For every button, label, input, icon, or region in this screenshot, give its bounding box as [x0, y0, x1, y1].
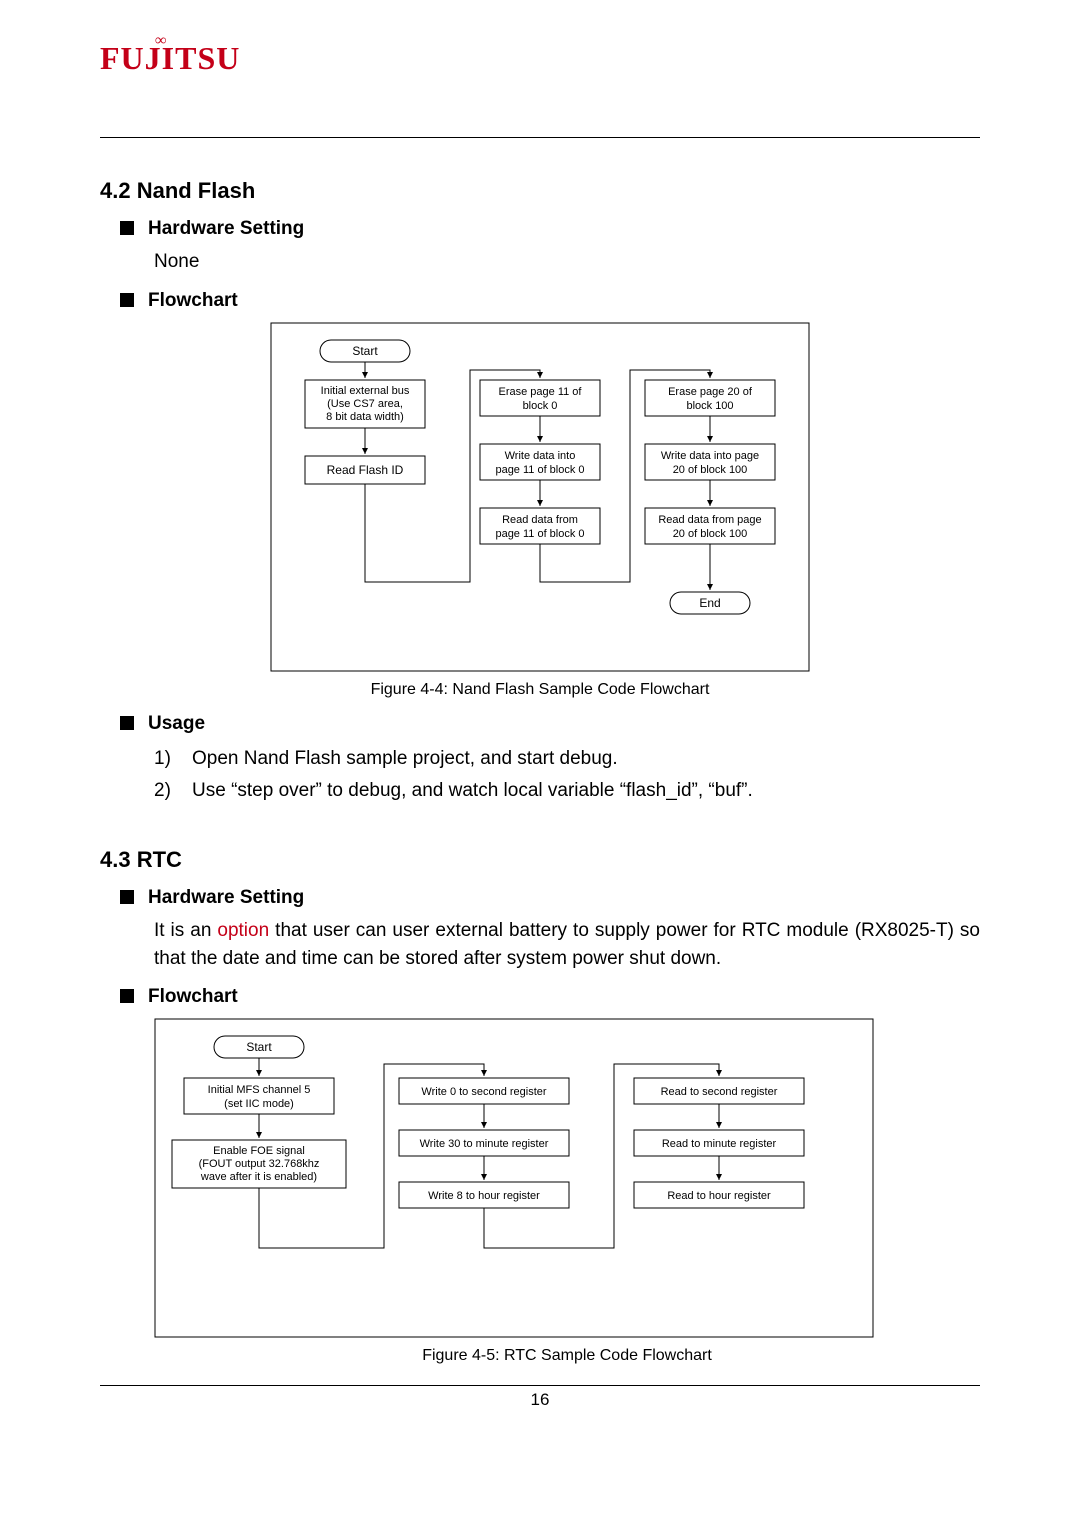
square-bullet-icon [120, 890, 134, 904]
flowchart-43: Flowchart [120, 986, 980, 1008]
svg-text:block 100: block 100 [686, 400, 733, 412]
svg-text:Read data from page: Read data from page [658, 514, 761, 526]
svg-text:8 bit data width): 8 bit data width) [326, 411, 404, 423]
figure-44-wrap: Start Initial external bus (Use CS7 area… [100, 322, 980, 699]
svg-text:End: End [699, 596, 720, 610]
footer-rule [100, 1385, 980, 1386]
svg-text:Write 30 to minute register: Write 30 to minute register [420, 1138, 549, 1150]
heading-43: 4.3 RTC [100, 847, 980, 873]
heading-42: 4.2 Nand Flash [100, 178, 980, 204]
svg-text:Initial MFS channel 5: Initial MFS channel 5 [208, 1084, 311, 1096]
figure-45-caption: Figure 4-5: RTC Sample Code Flowchart [154, 1347, 980, 1365]
flowchart-42: Flowchart [120, 290, 980, 312]
square-bullet-icon [120, 716, 134, 730]
list-text: Open Nand Flash sample project, and star… [192, 743, 618, 775]
flowchart-rtc: Start Initial MFS channel 5 (set IIC mod… [154, 1018, 874, 1338]
logo-label: FUJITSU [100, 40, 240, 76]
svg-text:20 of block 100: 20 of block 100 [673, 528, 748, 540]
square-bullet-icon [120, 989, 134, 1003]
hw-label-42: Hardware Setting [148, 218, 304, 239]
svg-text:(set IIC mode): (set IIC mode) [224, 1098, 294, 1110]
page-number: 16 [100, 1390, 980, 1410]
hw-text-post: that user can user external battery to s… [154, 920, 980, 969]
figure-45-wrap: Start Initial MFS channel 5 (set IIC mod… [154, 1018, 980, 1365]
svg-text:Read to hour register: Read to hour register [667, 1190, 771, 1202]
svg-text:Start: Start [246, 1040, 272, 1054]
svg-text:Write data into: Write data into [505, 450, 576, 462]
hw-setting-43: Hardware Setting [120, 887, 980, 909]
logo: FUJITSU ∞ [100, 40, 980, 77]
svg-text:(Use CS7 area,: (Use CS7 area, [327, 398, 403, 410]
hw-text-pre: It is an [154, 920, 217, 941]
page-content: FUJITSU ∞ 4.2 Nand Flash Hardware Settin… [0, 0, 1080, 1410]
usage-list: 1) Open Nand Flash sample project, and st… [154, 743, 980, 808]
hw-value-42: None [154, 248, 980, 276]
svg-text:page 11 of block 0: page 11 of block 0 [495, 464, 584, 476]
hw-text-43: It is an option that user can user exter… [154, 917, 980, 972]
infinity-icon: ∞ [155, 32, 167, 50]
svg-text:Write 0 to second register: Write 0 to second register [421, 1086, 546, 1098]
figure-44-caption: Figure 4-4: Nand Flash Sample Code Flowc… [100, 681, 980, 699]
hw-label-43: Hardware Setting [148, 887, 304, 908]
hw-text-option: option [217, 920, 269, 941]
usage-42: Usage [120, 713, 980, 735]
svg-text:Erase page 20 of: Erase page 20 of [668, 386, 753, 398]
square-bullet-icon [120, 221, 134, 235]
svg-text:wave after it is enabled): wave after it is enabled) [200, 1171, 317, 1183]
svg-text:Write 8 to hour register: Write 8 to hour register [428, 1190, 540, 1202]
list-number: 1) [154, 743, 182, 775]
flowchart-nand: Start Initial external bus (Use CS7 area… [270, 322, 810, 672]
list-number: 2) [154, 775, 182, 807]
svg-text:(FOUT output 32.768khz: (FOUT output 32.768khz [199, 1158, 320, 1170]
svg-text:page 11 of block 0: page 11 of block 0 [495, 528, 584, 540]
list-item: 1) Open Nand Flash sample project, and st… [154, 743, 980, 775]
svg-text:Write data into page: Write data into page [661, 450, 759, 462]
list-item: 2) Use “step over” to debug, and watch lo… [154, 775, 980, 807]
usage-label-42: Usage [148, 713, 205, 734]
list-text: Use “step over” to debug, and watch loca… [192, 775, 753, 807]
svg-text:block 0: block 0 [523, 400, 558, 412]
hw-setting-42: Hardware Setting [120, 218, 980, 240]
svg-text:Initial external bus: Initial external bus [321, 385, 410, 397]
svg-text:Read to second register: Read to second register [661, 1086, 778, 1098]
svg-text:Start: Start [352, 344, 378, 358]
svg-text:Enable FOE signal: Enable FOE signal [213, 1145, 305, 1157]
svg-text:Erase page 11 of: Erase page 11 of [499, 386, 583, 398]
flow-label-42: Flowchart [148, 290, 238, 311]
square-bullet-icon [120, 293, 134, 307]
flow-label-43: Flowchart [148, 986, 238, 1007]
svg-text:Read to minute register: Read to minute register [662, 1138, 777, 1150]
svg-text:Read Flash ID: Read Flash ID [327, 463, 404, 477]
logo-text: FUJITSU ∞ [100, 40, 240, 77]
header-rule [100, 137, 980, 138]
svg-text:20 of block 100: 20 of block 100 [673, 464, 748, 476]
svg-text:Read data from: Read data from [502, 514, 578, 526]
